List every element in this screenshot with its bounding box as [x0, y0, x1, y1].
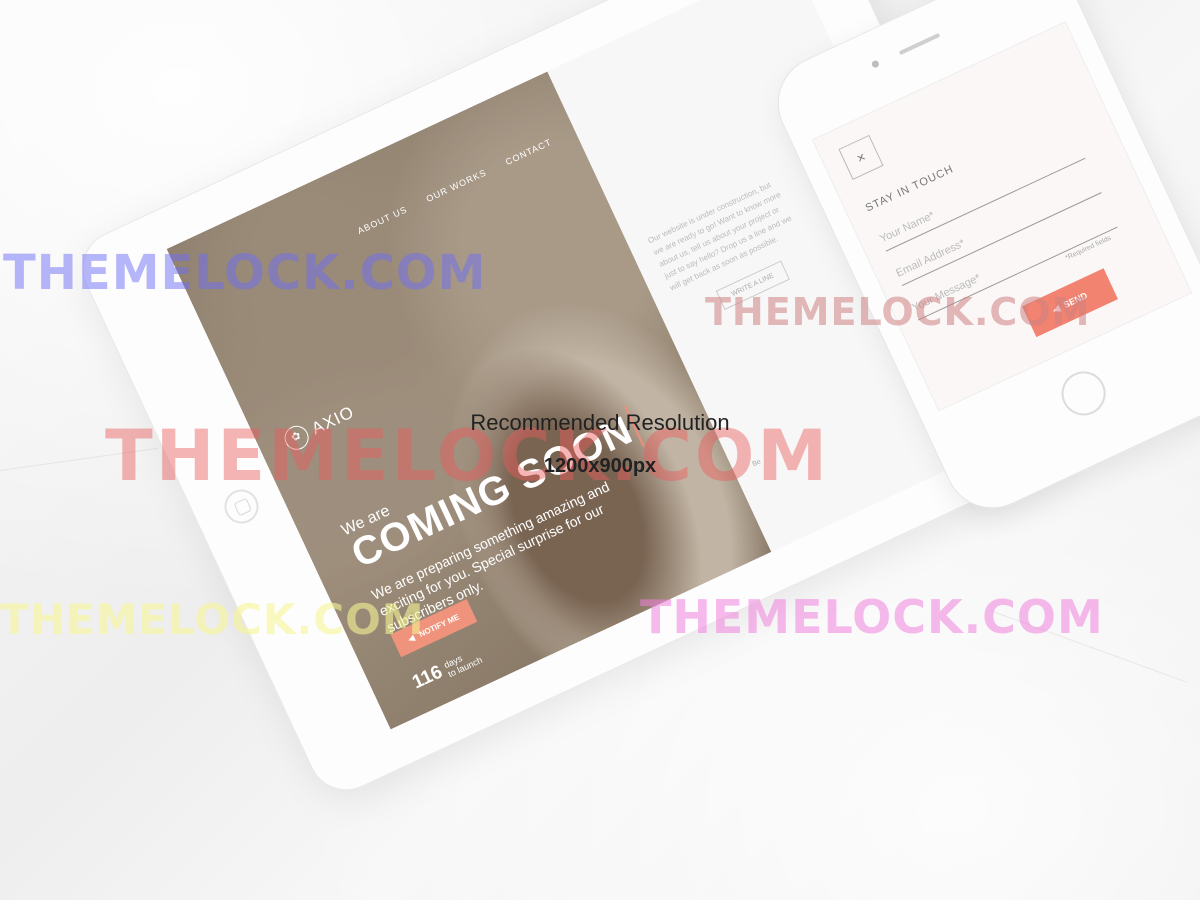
countdown-label: days to launch: [442, 646, 484, 679]
top-nav: ABOUT US OUR WORKS CONTACT: [356, 137, 553, 236]
recommended-resolution-size: 1200x900px: [543, 455, 657, 477]
watermark: THEMELOCK.COM: [0, 595, 425, 644]
nav-about-us[interactable]: ABOUT US: [356, 204, 409, 236]
watermark: THEMELOCK.COM: [640, 590, 1104, 644]
countdown-value: 116: [409, 661, 446, 694]
nav-our-works[interactable]: OUR WORKS: [425, 167, 489, 204]
watermark: THEMELOCK.COM: [705, 290, 1091, 334]
watermark: THEMELOCK.COM: [3, 245, 487, 301]
close-icon[interactable]: ×: [838, 134, 884, 181]
countdown: 116 days to launch: [409, 644, 484, 694]
recommended-resolution-title: Recommended Resolution: [470, 410, 730, 435]
nav-contact[interactable]: CONTACT: [504, 137, 553, 167]
